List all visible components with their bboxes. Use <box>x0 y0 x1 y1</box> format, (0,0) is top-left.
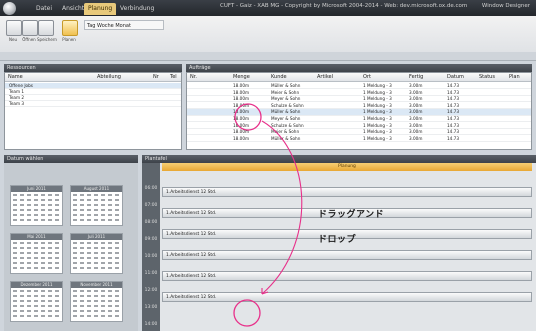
drag-source-circle <box>234 103 262 131</box>
annotation-drag-text: ドラッグアンド <box>318 210 385 220</box>
drag-drop-annotation <box>233 103 303 327</box>
drop-target-circle <box>233 299 261 327</box>
annotation-drop-text: ドロップ <box>318 235 357 245</box>
drag-arrow-path <box>261 120 303 295</box>
